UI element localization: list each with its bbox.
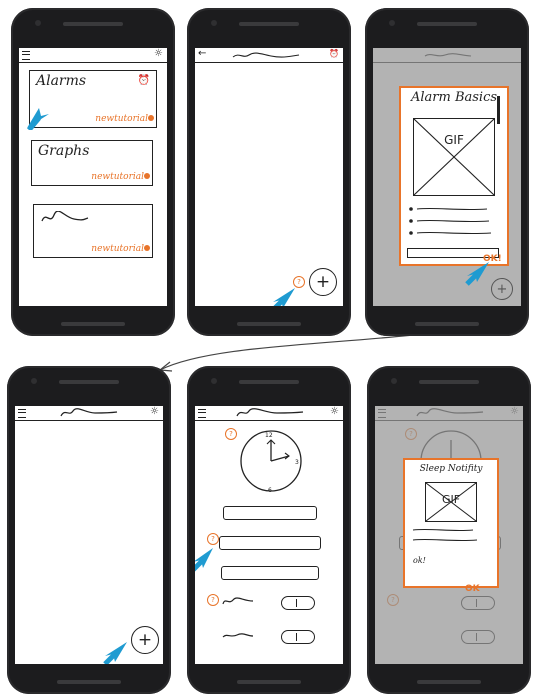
speaker (419, 380, 479, 384)
screen: ☼ Alarms ⏰ newtutorial Graphs newtutoria… (19, 48, 167, 306)
notification-dot (144, 245, 150, 251)
add-button[interactable]: + (309, 268, 337, 296)
speaker (63, 22, 123, 26)
top-bar: ☼ (195, 406, 343, 421)
speaker (239, 380, 299, 384)
top-bar: ← ⏰ (195, 48, 343, 63)
camera (35, 20, 41, 26)
speaker (59, 380, 119, 384)
phone-setting-popup: ☼ ? ? Sleep Notifity GIF ok! (367, 366, 531, 694)
screen: ☼ ? 12 3 6 ? ? (195, 406, 343, 664)
tutorial-modal: Alarm Basics GIF (399, 86, 509, 266)
sun-icon[interactable]: ☼ (330, 407, 339, 417)
camera (211, 20, 217, 26)
notification-dot (144, 173, 150, 179)
setting-label (222, 597, 254, 605)
back-arrow-icon[interactable]: ← (198, 48, 206, 60)
clock-number-3: 3 (295, 459, 299, 466)
pointer-cursor-icon (195, 548, 213, 572)
speaker (417, 22, 477, 26)
gif-placeholder: GIF (425, 482, 477, 522)
screen: ← ⏰ ? + (195, 48, 343, 306)
bullet-list (409, 207, 492, 235)
gif-placeholder: GIF (413, 118, 495, 196)
home-bar (61, 322, 125, 326)
menu-icon[interactable] (22, 51, 30, 60)
text-field[interactable] (223, 506, 317, 520)
notification-dot (148, 115, 154, 121)
pointer-cursor-icon (27, 108, 49, 130)
sun-icon[interactable]: ☼ (154, 49, 163, 59)
camera (31, 378, 37, 384)
ok-button[interactable]: OK (465, 584, 480, 594)
card-title: Alarms (36, 73, 87, 89)
clock-number-6: 6 (268, 487, 272, 494)
alarm-clock-icon: ⏰ (137, 75, 150, 86)
speaker (239, 22, 299, 26)
alarm-clock-icon[interactable]: ⏰ (329, 49, 339, 59)
analog-clock[interactable]: 12 3 6 (235, 428, 307, 494)
top-bar: ☼ (19, 48, 167, 63)
tutorial-link[interactable]: newtutorial (95, 114, 148, 124)
squiggle-title (232, 52, 300, 58)
pointer-cursor-icon (465, 262, 489, 286)
card-title: Graphs (38, 143, 90, 159)
gif-cross (414, 119, 494, 195)
home-bar (415, 322, 479, 326)
phone-empty-list: ← ⏰ ? + (187, 8, 351, 336)
phone-home: ☼ Alarms ⏰ newtutorial Graphs newtutoria… (11, 8, 175, 336)
top-bar: ☼ (15, 406, 163, 421)
squiggle-title (41, 211, 89, 222)
home-bar (237, 680, 301, 684)
add-button[interactable]: + (491, 278, 513, 300)
modal-body-text: ok! (413, 556, 426, 565)
squiggle-title (236, 408, 304, 417)
help-icon[interactable]: ? (207, 533, 219, 545)
modal-title: Alarm Basics (410, 90, 498, 105)
camera (391, 378, 397, 384)
modal-title: Sleep Notifity (419, 464, 483, 474)
menu-icon[interactable] (198, 409, 206, 418)
text-field[interactable] (221, 566, 319, 580)
phone-tutorial-popup: Alarm Basics GIF OK! + (365, 8, 529, 336)
clock-number-12: 12 (265, 432, 273, 439)
setting-label (222, 633, 254, 638)
sun-icon[interactable]: ☼ (150, 407, 159, 417)
tutorial-link[interactable]: newtutorial (91, 172, 144, 182)
camera (389, 20, 395, 26)
tutorial-link[interactable]: newtutorial (91, 244, 144, 254)
setting-modal: Sleep Notifity GIF ok! (403, 458, 499, 588)
home-bar (57, 680, 121, 684)
toggle-switch[interactable] (281, 596, 315, 610)
scrollbar[interactable] (497, 96, 500, 124)
phone-empty-alarms: ☼ + (7, 366, 171, 694)
gif-label: GIF (441, 493, 461, 506)
screen: Alarm Basics GIF OK! + (373, 48, 521, 306)
card-untitled[interactable]: newtutorial (33, 204, 153, 258)
menu-icon[interactable] (18, 409, 26, 418)
phone-alarm-editor: ☼ ? 12 3 6 ? ? (187, 366, 351, 694)
home-bar (417, 680, 481, 684)
home-bar (237, 322, 301, 326)
help-icon[interactable]: ? (207, 594, 219, 606)
screen: ☼ + (15, 406, 163, 664)
pointer-cursor-icon (103, 642, 127, 664)
text-field[interactable] (219, 536, 321, 550)
squiggle-title (60, 408, 118, 417)
camera (211, 378, 217, 384)
toggle-switch[interactable] (281, 630, 315, 644)
body-lines (412, 528, 478, 542)
gif-label: GIF (444, 133, 464, 147)
add-button[interactable]: + (131, 626, 159, 654)
pointer-cursor-icon (273, 288, 295, 306)
card-graphs[interactable]: Graphs newtutorial (31, 140, 153, 186)
screen: ☼ ? ? Sleep Notifity GIF ok! (375, 406, 523, 664)
